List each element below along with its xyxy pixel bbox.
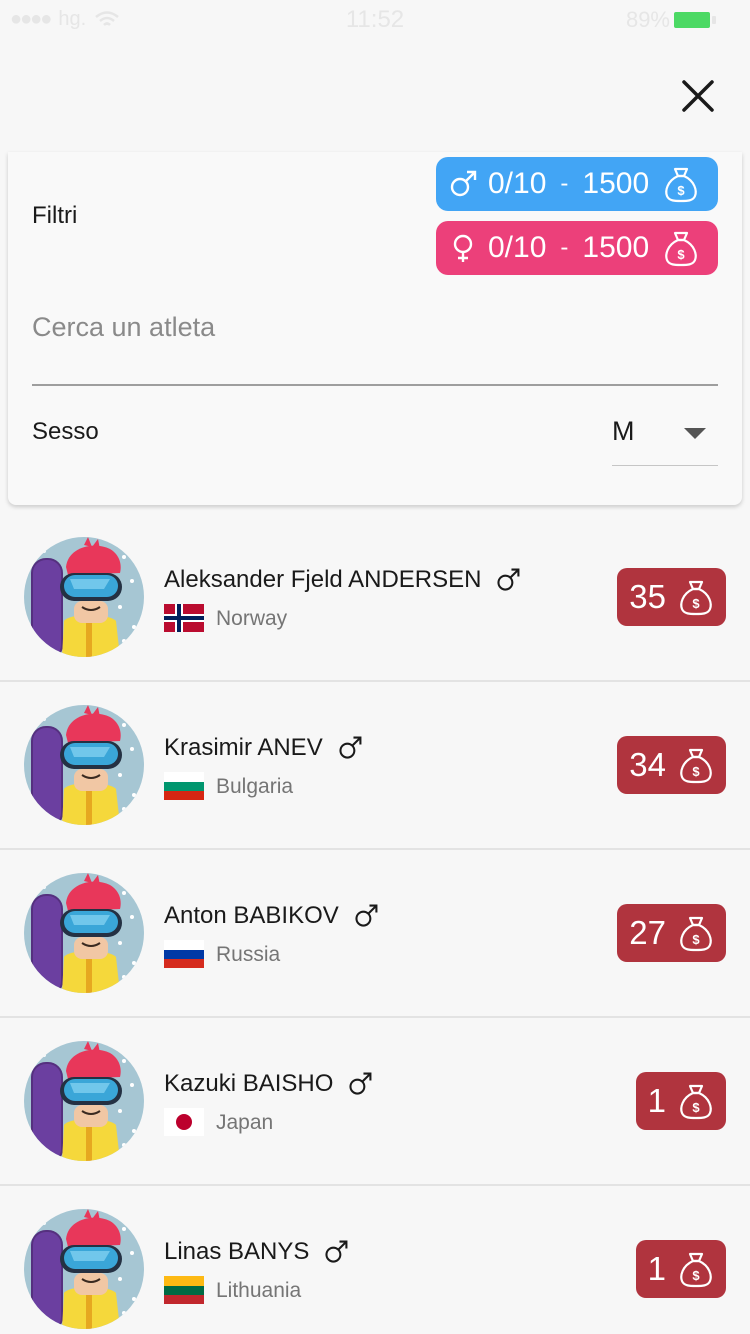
athlete-avatar bbox=[24, 1041, 144, 1161]
money-bag-icon bbox=[661, 164, 701, 204]
athlete-avatar bbox=[24, 1209, 144, 1329]
athlete-country: Russia bbox=[216, 943, 281, 966]
athlete-price: 35 bbox=[629, 578, 666, 615]
price-badge: 35 bbox=[617, 568, 726, 626]
athlete-name: Linas BANYS bbox=[164, 1238, 310, 1265]
female-separator: - bbox=[560, 234, 569, 261]
money-bag-icon bbox=[661, 228, 701, 268]
female-icon bbox=[448, 233, 478, 263]
athlete-price: 1 bbox=[647, 1250, 666, 1287]
athlete-name-line: Linas BANYS bbox=[164, 1238, 349, 1266]
athlete-name-line: Krasimir ANEV bbox=[164, 734, 363, 762]
athlete-price: 1 bbox=[647, 1082, 666, 1119]
battery-percent: 89% bbox=[625, 7, 670, 32]
athlete-name: Aleksander Fjeld ANDERSEN bbox=[164, 566, 482, 593]
athlete-name-line: Aleksander Fjeld ANDERSEN bbox=[164, 566, 521, 594]
male-icon bbox=[495, 567, 521, 593]
athlete-country: Japan bbox=[216, 1111, 274, 1134]
male-separator: - bbox=[560, 170, 569, 197]
athlete-search-input[interactable] bbox=[32, 302, 718, 343]
norway-flag-icon bbox=[164, 604, 204, 632]
male-count: 0/10 bbox=[488, 167, 547, 200]
athlete-name-line: Anton BABIKOV bbox=[164, 902, 379, 930]
battery-tip bbox=[712, 16, 716, 24]
male-icon bbox=[448, 169, 478, 199]
filters-label: Filtri bbox=[32, 202, 78, 229]
money-bag-icon bbox=[676, 577, 716, 617]
athlete-list: Aleksander Fjeld ANDERSEN Norway 35 Kras… bbox=[0, 514, 750, 1334]
athlete-country: Lithuania bbox=[216, 1279, 302, 1302]
male-icon bbox=[353, 903, 379, 929]
sex-dropdown-value: M bbox=[612, 416, 635, 446]
close-icon bbox=[682, 80, 714, 112]
bulgaria-flag-icon bbox=[164, 772, 204, 800]
female-budget-pill: 0/10 - 1500 bbox=[436, 221, 718, 275]
athlete-row[interactable]: Linas BANYS Lithuania 1 bbox=[0, 1186, 750, 1334]
athlete-avatar bbox=[24, 705, 144, 825]
male-credits: 1500 bbox=[582, 167, 650, 200]
athlete-country: Norway bbox=[216, 607, 288, 630]
russia-flag-icon bbox=[164, 940, 204, 968]
athlete-row[interactable]: Krasimir ANEV Bulgaria 34 bbox=[0, 682, 750, 850]
athlete-name: Kazuki BAISHO bbox=[164, 1070, 334, 1097]
sex-label: Sesso bbox=[32, 418, 99, 445]
status-bar: ●●●● hg. 11:52 89% bbox=[0, 0, 750, 40]
male-budget-pill: 0/10 - 1500 bbox=[436, 157, 718, 211]
money-bag-icon bbox=[676, 1249, 716, 1289]
money-bag-icon bbox=[676, 1081, 716, 1121]
athlete-avatar bbox=[24, 537, 144, 657]
price-badge: 1 bbox=[635, 1240, 726, 1298]
battery-icon bbox=[674, 12, 710, 28]
athlete-price: 34 bbox=[629, 746, 666, 783]
dropdown-arrow-icon bbox=[684, 428, 706, 439]
athlete-avatar bbox=[24, 873, 144, 993]
athlete-row[interactable]: Anton BABIKOV Russia 27 bbox=[0, 850, 750, 1018]
filter-card: Filtri 0/10 - 1500 0/10 - 1500 Sesso M bbox=[8, 152, 742, 505]
search-field bbox=[32, 302, 718, 386]
athlete-name-line: Kazuki BAISHO bbox=[164, 1070, 373, 1098]
male-icon bbox=[337, 735, 363, 761]
athlete-name: Anton BABIKOV bbox=[164, 902, 339, 929]
close-button[interactable] bbox=[674, 72, 722, 120]
male-icon bbox=[347, 1071, 373, 1097]
female-credits: 1500 bbox=[582, 231, 650, 264]
athlete-name: Krasimir ANEV bbox=[164, 734, 323, 761]
price-badge: 27 bbox=[617, 904, 726, 962]
price-badge: 1 bbox=[635, 1072, 726, 1130]
lithuania-flag-icon bbox=[164, 1276, 204, 1304]
female-count: 0/10 bbox=[488, 231, 547, 264]
price-badge: 34 bbox=[617, 736, 726, 794]
athlete-row[interactable]: Aleksander Fjeld ANDERSEN Norway 35 bbox=[0, 514, 750, 682]
money-bag-icon bbox=[676, 745, 716, 785]
male-icon bbox=[323, 1239, 349, 1265]
athlete-country: Bulgaria bbox=[216, 775, 294, 798]
sex-dropdown[interactable]: M bbox=[612, 410, 718, 466]
japan-flag-icon bbox=[164, 1108, 204, 1136]
athlete-price: 27 bbox=[629, 914, 666, 951]
athlete-row[interactable]: Kazuki BAISHO Japan 1 bbox=[0, 1018, 750, 1186]
money-bag-icon bbox=[676, 913, 716, 953]
